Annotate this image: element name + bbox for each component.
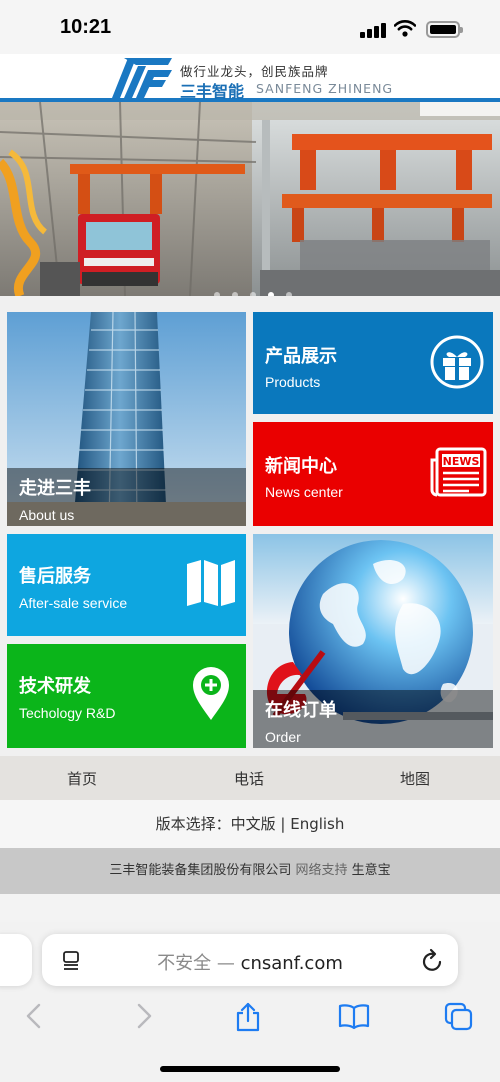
url-text[interactable]: 不安全 — cnsanf.com (42, 949, 458, 975)
previous-tab-peek[interactable] (0, 934, 32, 986)
brand-name-en: SANFENG ZHINENG (256, 81, 394, 96)
back-arrow-icon[interactable] (24, 1002, 44, 1030)
language-separator: | (275, 815, 291, 833)
language-selector: 版本选择：中文版 | English (0, 800, 500, 848)
nav-map-link[interactable]: 地图 (400, 768, 430, 789)
language-label: 版本选择： (155, 815, 231, 833)
bookmarks-icon[interactable] (338, 1002, 370, 1030)
tile-products[interactable]: 产品展示 Products (253, 312, 493, 414)
tile-order-title: 在线订单 (265, 700, 337, 721)
site-bottom-nav: 首页 电话 地图 (0, 756, 500, 800)
tile-rd-subtitle: Techology R&D (19, 705, 116, 721)
carousel-indicators[interactable] (214, 283, 304, 296)
site-footer: 三丰智能装备集团股份有限公司 网络支持 生意宝 (0, 848, 500, 894)
nav-phone-link[interactable]: 电话 (234, 768, 264, 789)
gift-icon (430, 335, 484, 389)
wifi-icon (394, 20, 416, 37)
site-header: 做行业龙头，创民族品牌 三丰智能 SANFENG ZHINENG (0, 54, 500, 102)
tile-news-subtitle: News center (265, 484, 343, 500)
svg-text:NEWS: NEWS (443, 455, 480, 468)
url-domain: cnsanf.com (240, 953, 343, 974)
footer-company: 三丰智能装备集团股份有限公司 (109, 863, 292, 878)
share-icon[interactable] (234, 1002, 262, 1032)
factory-banner-image (0, 102, 500, 296)
status-bar: 10:21 (0, 0, 500, 54)
footer-provider-link[interactable]: 生意宝 (352, 863, 391, 878)
sanfeng-logo[interactable] (110, 56, 174, 100)
tile-about-us[interactable]: 走进三丰 About us (7, 312, 246, 526)
cellular-signal-icon (360, 22, 386, 38)
tile-news-title: 新闻中心 (265, 456, 337, 477)
tile-rd-title: 技术研发 (19, 676, 91, 697)
forward-arrow-icon[interactable] (134, 1002, 154, 1030)
tile-after-sale-service[interactable]: 售后服务 After-sale service (7, 534, 246, 636)
newspaper-icon: NEWS (430, 447, 487, 497)
footer-support-label: 网络支持 (295, 863, 348, 878)
reload-icon[interactable] (422, 948, 444, 972)
tile-products-subtitle: Products (265, 374, 321, 390)
tile-aftersale-title: 售后服务 (19, 566, 91, 587)
map-icon (187, 560, 235, 606)
nav-home-link[interactable]: 首页 (67, 768, 97, 789)
location-pin-icon (193, 667, 229, 720)
home-indicator[interactable] (160, 1066, 340, 1072)
status-time: 10:21 (60, 16, 112, 38)
tile-order-subtitle: Order (265, 729, 301, 745)
tile-online-order[interactable]: 在线订单 Order (253, 534, 493, 748)
language-chinese-link[interactable]: 中文版 (231, 815, 276, 833)
tile-technology-rd[interactable]: 技术研发 Techology R&D (7, 644, 246, 748)
brand-name-cn: 三丰智能 (180, 82, 245, 101)
tile-aftersale-subtitle: After-sale service (19, 595, 128, 611)
language-english-link[interactable]: English (290, 815, 344, 833)
tile-about-title: 走进三丰 (19, 478, 91, 499)
menu-tiles: 走进三丰 About us 产品展示 Products 新闻中心 News ce… (0, 296, 500, 756)
tabs-icon[interactable] (444, 1002, 474, 1032)
safari-chrome: 不安全 — cnsanf.com (0, 922, 500, 1082)
battery-icon (426, 21, 463, 38)
tile-products-title: 产品展示 (265, 346, 337, 367)
tile-about-subtitle: About us (19, 507, 75, 523)
not-secure-label: 不安全 — (157, 953, 241, 974)
tile-news-center[interactable]: 新闻中心 News center NEWS (253, 422, 493, 526)
banner-carousel[interactable] (0, 102, 500, 296)
address-bar[interactable]: 不安全 — cnsanf.com (42, 934, 458, 986)
